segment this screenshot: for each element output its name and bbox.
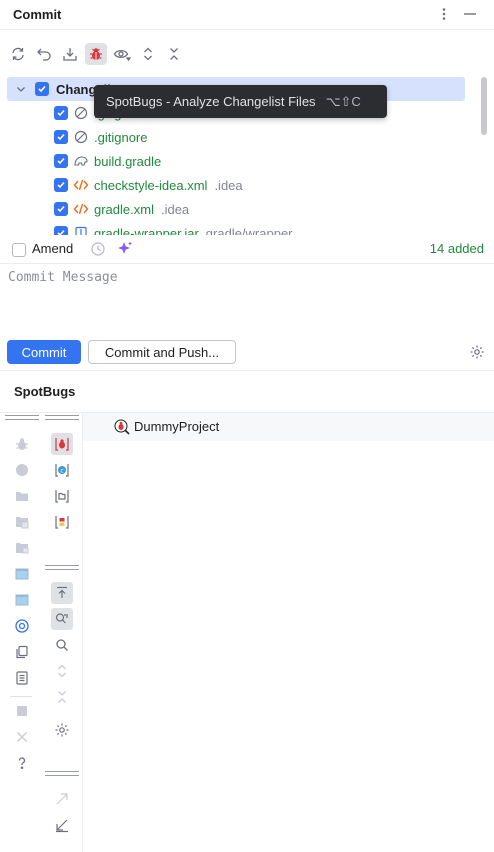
divider (10, 696, 32, 697)
collapse-icon[interactable] (51, 686, 73, 708)
target-icon[interactable] (11, 615, 33, 637)
commit-toolbar (0, 40, 494, 68)
svg-text:c: c (60, 468, 63, 475)
window-alt-icon[interactable] (11, 589, 33, 611)
file-label: build.gradle (94, 153, 162, 169)
file-label: gradle.xml (94, 201, 154, 217)
tooltip-text: SpotBugs - Analyze Changelist Files (106, 94, 316, 109)
spotbugs-analyze-icon[interactable] (85, 43, 107, 65)
eye-view-icon[interactable] (111, 43, 133, 65)
amend-label[interactable]: Amend (32, 241, 73, 256)
commit-options-gear-icon[interactable] (469, 344, 485, 363)
file-path: .idea (214, 177, 243, 193)
spotbugs-tooltip: SpotBugs - Analyze Changelist Files ⌥⇧C (94, 85, 387, 118)
added-count: 14 added (429, 241, 484, 256)
minimize-icon[interactable] (462, 6, 478, 22)
file-label: checkstyle-idea.xml (94, 177, 208, 193)
file-checkbox[interactable] (54, 178, 68, 192)
file-row[interactable]: .gitignore (7, 125, 465, 149)
gradle-icon (73, 153, 89, 169)
chevron-down-icon[interactable] (13, 83, 29, 95)
folder-filter-icon[interactable] (51, 485, 73, 507)
file-checkbox[interactable] (54, 106, 68, 120)
priority-filter-icon[interactable] (51, 511, 73, 533)
commit-history-icon[interactable] (90, 241, 106, 260)
toolbar-grip[interactable] (45, 415, 79, 420)
xml-file-icon (73, 201, 89, 217)
spotbugs-title: SpotBugs (14, 384, 76, 399)
folder-icon[interactable] (11, 485, 33, 507)
commit-and-push-button[interactable]: Commit and Push... (88, 340, 236, 364)
xml-file-icon (73, 177, 89, 193)
toolbar-grip[interactable] (45, 771, 79, 776)
help-icon[interactable] (11, 752, 33, 774)
ignored-file-icon (73, 129, 89, 145)
package-folder-icon[interactable] (11, 537, 33, 559)
amend-checkbox[interactable] (12, 243, 26, 257)
copy-icon[interactable] (11, 641, 33, 663)
file-checkbox[interactable] (54, 130, 68, 144)
commit-button[interactable]: Commit (7, 340, 81, 364)
ai-sparkle-icon[interactable] (116, 240, 134, 261)
result-row[interactable]: DummyProject (83, 413, 494, 441)
class-filter-icon[interactable]: c (51, 459, 73, 481)
file-row[interactable]: gradle-wrapper.jar gradle/wrapper (7, 221, 465, 235)
close-icon[interactable] (11, 726, 33, 748)
export-icon[interactable] (51, 788, 73, 810)
preview-search-icon[interactable] (51, 608, 73, 630)
update-icon[interactable] (59, 43, 81, 65)
more-options-icon[interactable] (436, 6, 452, 22)
settings-gear-icon[interactable] (51, 719, 73, 741)
archive-file-icon (73, 225, 89, 235)
window-icon[interactable] (11, 563, 33, 585)
file-row[interactable]: checkstyle-idea.xml .idea (7, 173, 465, 197)
document-icon[interactable] (11, 667, 33, 689)
expand-all-icon[interactable] (137, 43, 159, 65)
result-label: DummyProject (134, 419, 220, 434)
module-folder-icon[interactable] (11, 511, 33, 533)
commit-header: Commit (0, 0, 494, 30)
file-row[interactable]: build.gradle (7, 149, 465, 173)
file-row[interactable]: gradle.xml .idea (7, 197, 465, 221)
scroll-to-source-icon[interactable] (51, 582, 73, 604)
amend-bar: Amend 14 added (0, 236, 494, 264)
file-checkbox[interactable] (54, 202, 68, 216)
changelist-checkbox[interactable] (35, 82, 49, 96)
file-path: .idea (160, 201, 190, 217)
toolbar-grip[interactable] (45, 565, 79, 570)
ignored-file-icon (73, 105, 89, 121)
tree-scrollbar[interactable] (481, 77, 487, 135)
stop-circle-icon[interactable] (11, 459, 33, 481)
file-path: gradle/wrapper (205, 225, 293, 236)
bug-icon[interactable] (11, 433, 33, 455)
bug-filter-icon[interactable] (51, 433, 73, 455)
refresh-icon[interactable] (7, 43, 29, 65)
search-icon[interactable] (51, 634, 73, 656)
file-checkbox[interactable] (54, 226, 68, 235)
commit-title: Commit (13, 7, 62, 22)
spotbugs-project-icon (113, 418, 131, 439)
file-label: .gitignore (94, 129, 148, 145)
import-icon[interactable] (51, 814, 73, 836)
file-checkbox[interactable] (54, 154, 68, 168)
divider (0, 370, 494, 371)
tooltip-shortcut: ⌥⇧C (325, 93, 361, 109)
collapse-all-icon[interactable] (163, 43, 185, 65)
rollback-icon[interactable] (33, 43, 55, 65)
divider (82, 412, 83, 852)
toolbar-grip[interactable] (5, 415, 39, 420)
stop-icon[interactable] (11, 700, 33, 722)
expand-icon[interactable] (51, 660, 73, 682)
file-label: gradle-wrapper.jar (94, 225, 199, 236)
commit-tool-window: Commit Changelist .gitignore build.gradl… (0, 0, 494, 852)
commit-message-input[interactable]: Commit Message (8, 270, 118, 285)
